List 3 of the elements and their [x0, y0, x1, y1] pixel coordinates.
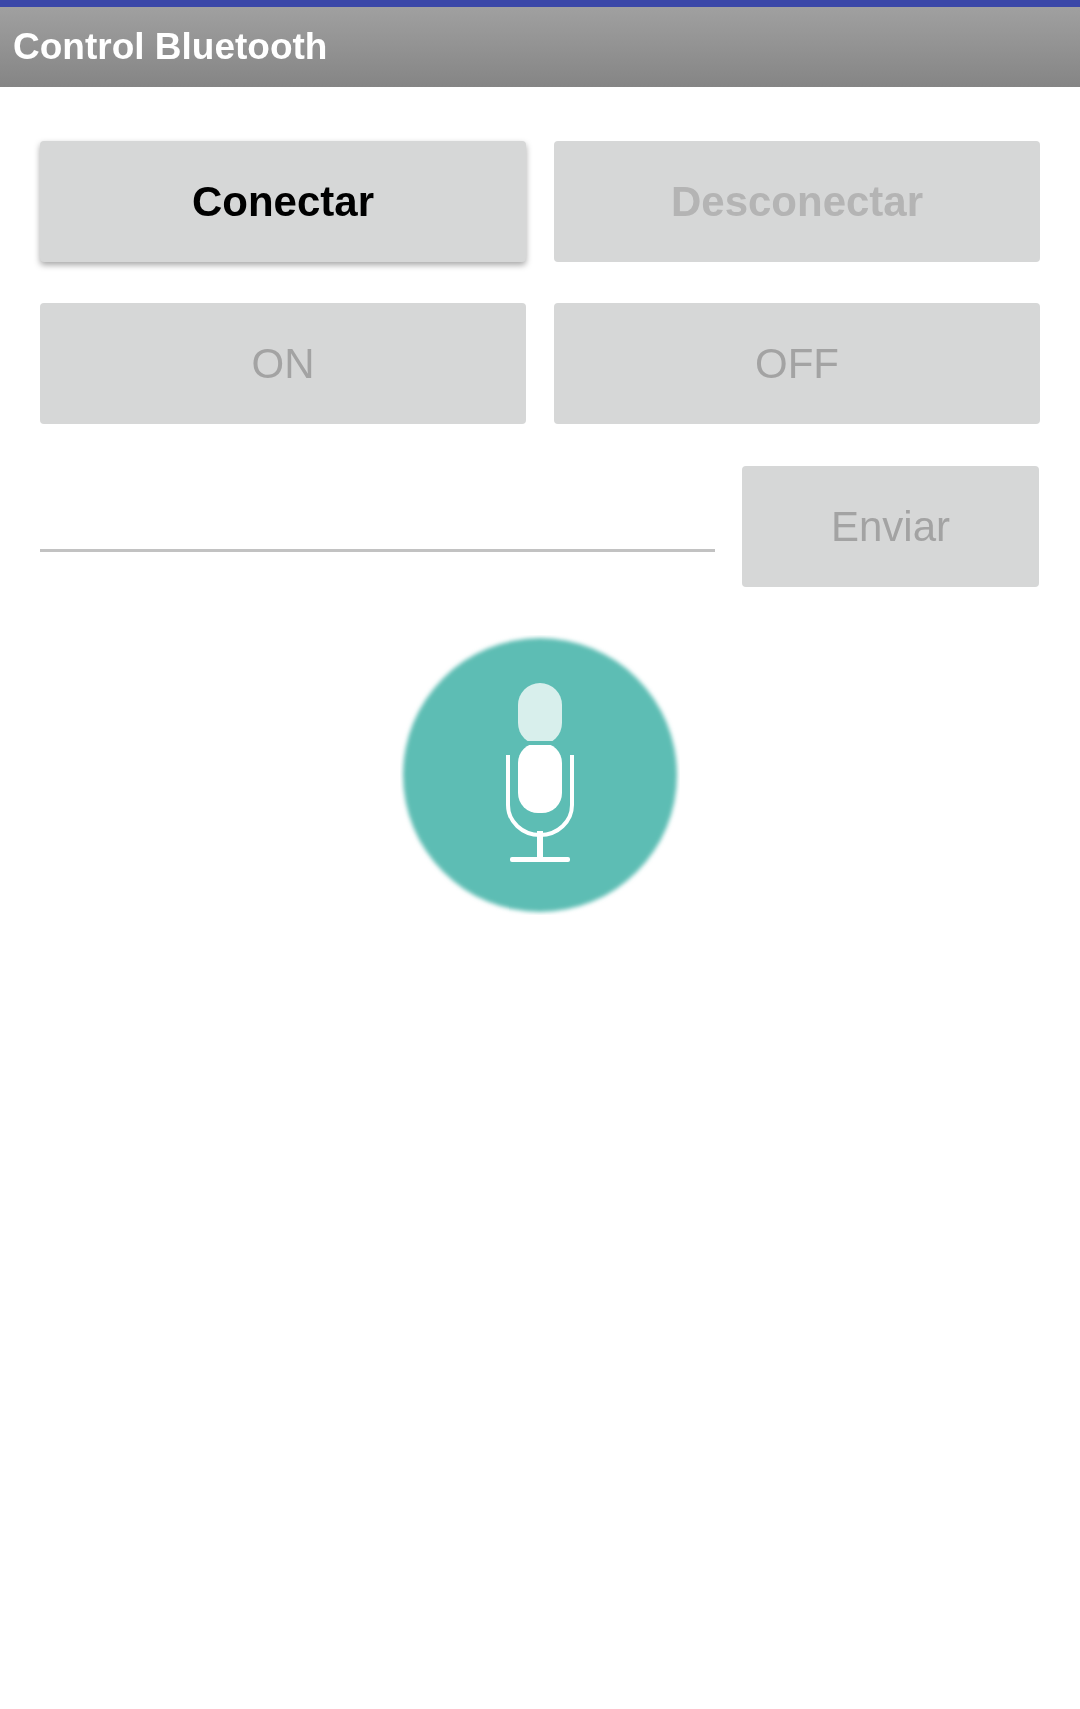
app-title: Control Bluetooth [13, 25, 328, 70]
microphone-button[interactable] [400, 635, 680, 915]
button[interactable]: Conectar [40, 141, 526, 262]
